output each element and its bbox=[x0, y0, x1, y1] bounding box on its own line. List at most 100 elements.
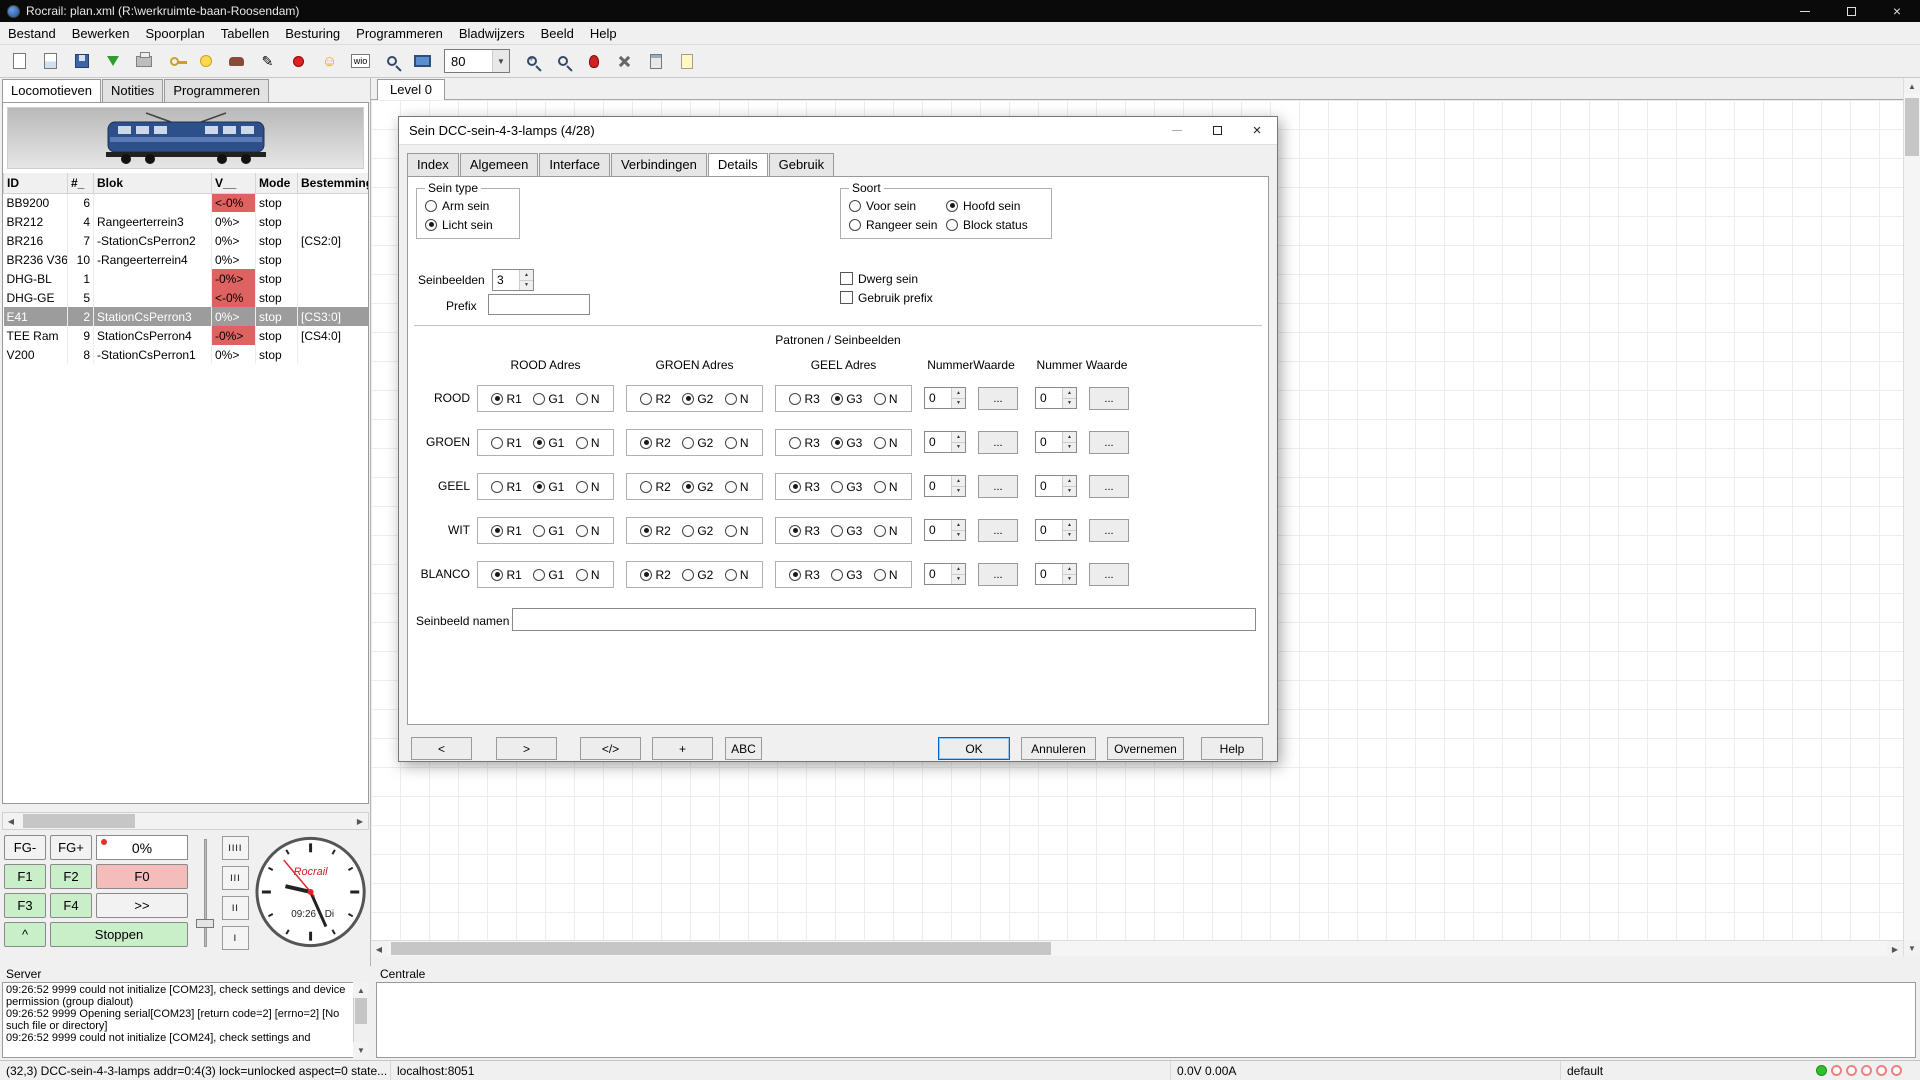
scroll-up-icon[interactable]: ▲ bbox=[1904, 78, 1920, 94]
dialog-titlebar[interactable]: Sein DCC-sein-4-3-lamps (4/28) × bbox=[399, 117, 1277, 145]
wio-icon[interactable]: wio bbox=[347, 48, 374, 75]
canvas-vscrollbar[interactable]: ▲ ▼ bbox=[1903, 78, 1920, 956]
pattern-more-button[interactable]: ... bbox=[978, 563, 1018, 586]
radio-g2-circle[interactable] bbox=[682, 480, 695, 493]
radio-rangeer-sein-circle[interactable] bbox=[849, 218, 861, 231]
radio-g2[interactable]: G2 bbox=[682, 477, 713, 496]
calculator-icon[interactable] bbox=[642, 48, 669, 75]
radio-g2[interactable]: G2 bbox=[682, 521, 713, 540]
spinner-down-icon[interactable]: ▼ bbox=[952, 486, 965, 496]
radio-r2[interactable]: R2 bbox=[640, 565, 671, 584]
spinner-down-icon[interactable]: ▼ bbox=[1063, 398, 1076, 408]
radio-n[interactable]: N bbox=[724, 389, 748, 408]
add-button[interactable]: + bbox=[652, 737, 713, 760]
radio-n[interactable]: N bbox=[873, 565, 897, 584]
nummer-waarde-spinner[interactable]: 0 ▲ ▼ bbox=[1035, 431, 1077, 453]
prev-button[interactable]: < bbox=[411, 737, 472, 760]
table-row[interactable]: BR216 7 -StationCsPerron2 0%> stop [CS2:0] bbox=[3, 231, 368, 250]
table-row[interactable]: BR236 V36 10 -Rangeerterrein4 0%> stop bbox=[3, 250, 368, 269]
radio-n-circle[interactable] bbox=[724, 436, 737, 449]
left-panel-hscrollbar[interactable]: ◀ ▶ bbox=[2, 812, 369, 830]
radio-n-circle[interactable] bbox=[724, 392, 737, 405]
radio-n[interactable]: N bbox=[575, 477, 599, 496]
checkbox-dwerg-sein[interactable]: Dwerg sein bbox=[840, 269, 933, 288]
nummerwaarde-spinner[interactable]: 0 ▲ ▼ bbox=[924, 563, 966, 585]
scrollbar-thumb[interactable] bbox=[391, 942, 1051, 955]
table-row[interactable]: DHG-GE 5 <-0% stop bbox=[3, 288, 368, 307]
cancel-button[interactable]: Annuleren bbox=[1021, 737, 1096, 760]
stop-button[interactable]: Stoppen bbox=[50, 922, 188, 947]
dialog-tab-interface[interactable]: Interface bbox=[539, 153, 610, 176]
scroll-up-icon[interactable]: ▲ bbox=[353, 982, 369, 998]
pattern-more-button[interactable]: ... bbox=[1089, 563, 1129, 586]
radio-block-status-circle[interactable] bbox=[946, 218, 958, 231]
radio-g2[interactable]: G2 bbox=[682, 565, 713, 584]
table-row[interactable]: BB9200 6 <-0% stop bbox=[3, 193, 368, 212]
radio-r2[interactable]: R2 bbox=[640, 521, 671, 540]
radio-r1-circle[interactable] bbox=[491, 436, 504, 449]
spinner-up-icon[interactable]: ▲ bbox=[1063, 520, 1076, 531]
menu-programmeren[interactable]: Programmeren bbox=[348, 23, 451, 44]
scroll-right-icon[interactable]: ▶ bbox=[352, 813, 368, 829]
radio-g3-circle[interactable] bbox=[831, 436, 844, 449]
next-button[interactable]: > bbox=[496, 737, 557, 760]
direction-button[interactable]: ^ bbox=[4, 922, 46, 947]
radio-licht-sein[interactable]: Licht sein bbox=[425, 215, 511, 234]
radio-r1-circle[interactable] bbox=[491, 524, 504, 537]
table-row[interactable]: E41 2 StationCsPerron3 0%> stop [CS3:0] bbox=[3, 307, 368, 326]
spinner-up-icon[interactable]: ▲ bbox=[952, 520, 965, 531]
menu-bewerken[interactable]: Bewerken bbox=[64, 23, 138, 44]
dialog-tab-algemeen[interactable]: Algemeen bbox=[459, 153, 539, 176]
radio-r3[interactable]: R3 bbox=[789, 521, 820, 540]
power-lamp-icon[interactable] bbox=[192, 48, 219, 75]
radio-g3-circle[interactable] bbox=[831, 568, 844, 581]
tab-programmeren[interactable]: Programmeren bbox=[164, 79, 270, 102]
radio-n-circle[interactable] bbox=[575, 480, 588, 493]
save-icon[interactable] bbox=[68, 48, 95, 75]
canvas-hscrollbar[interactable]: ◀ ▶ bbox=[371, 940, 1903, 957]
speed-step-ii-button[interactable]: II bbox=[221, 896, 249, 920]
radio-g2-circle[interactable] bbox=[682, 392, 695, 405]
radio-r1[interactable]: R1 bbox=[491, 521, 522, 540]
server-log[interactable]: 09:26:52 9999 could not initialize [COM2… bbox=[2, 982, 368, 1058]
table-row[interactable]: V200 8 -StationCsPerron1 0%> stop bbox=[3, 345, 368, 364]
apply-button[interactable]: Overnemen bbox=[1107, 737, 1184, 760]
nummer-waarde-spinner[interactable]: 0 ▲ ▼ bbox=[1035, 563, 1077, 585]
radio-g2-circle[interactable] bbox=[682, 568, 695, 581]
radio-g1[interactable]: G1 bbox=[533, 521, 564, 540]
tab-locomotieven[interactable]: Locomotieven bbox=[2, 79, 101, 102]
seinbeelden-spinner[interactable]: 3 ▲ ▼ bbox=[492, 269, 534, 291]
radio-g1[interactable]: G1 bbox=[533, 389, 564, 408]
speed-step-iiii-button[interactable]: IIII bbox=[221, 836, 249, 860]
menu-help[interactable]: Help bbox=[582, 23, 625, 44]
speed-step-iii-button[interactable]: III bbox=[221, 866, 249, 890]
spinner-up-icon[interactable]: ▲ bbox=[952, 432, 965, 443]
radio-n-circle[interactable] bbox=[575, 568, 588, 581]
menu-bladwijzers[interactable]: Bladwijzers bbox=[451, 23, 533, 44]
radio-n[interactable]: N bbox=[724, 477, 748, 496]
radio-r1[interactable]: R1 bbox=[491, 433, 522, 452]
radio-n[interactable]: N bbox=[575, 521, 599, 540]
radio-r3-circle[interactable] bbox=[789, 436, 802, 449]
radio-n-circle[interactable] bbox=[575, 436, 588, 449]
dialog-tab-index[interactable]: Index bbox=[407, 153, 459, 176]
f0-button[interactable]: F0 bbox=[96, 864, 188, 889]
close-button[interactable]: × bbox=[1874, 0, 1920, 22]
radio-r3-circle[interactable] bbox=[789, 568, 802, 581]
spinner-up-icon[interactable]: ▲ bbox=[952, 388, 965, 399]
checkbox-gebruik-prefix-box[interactable] bbox=[840, 291, 853, 304]
radio-n-circle[interactable] bbox=[873, 436, 886, 449]
radio-g3[interactable]: G3 bbox=[831, 565, 862, 584]
menu-beeld[interactable]: Beeld bbox=[533, 23, 582, 44]
radio-g1[interactable]: G1 bbox=[533, 477, 564, 496]
menu-besturing[interactable]: Besturing bbox=[277, 23, 348, 44]
radio-block-status[interactable]: Block status bbox=[946, 215, 1043, 234]
radio-voor-sein[interactable]: Voor sein bbox=[849, 196, 946, 215]
spinner-down-icon[interactable]: ▼ bbox=[952, 574, 965, 584]
radio-r3[interactable]: R3 bbox=[789, 565, 820, 584]
scroll-down-icon[interactable]: ▼ bbox=[353, 1042, 369, 1058]
radio-arm-sein[interactable]: Arm sein bbox=[425, 196, 511, 215]
menu-tabellen[interactable]: Tabellen bbox=[213, 23, 277, 44]
radio-g3[interactable]: G3 bbox=[831, 477, 862, 496]
tab-level-0[interactable]: Level 0 bbox=[377, 79, 445, 101]
